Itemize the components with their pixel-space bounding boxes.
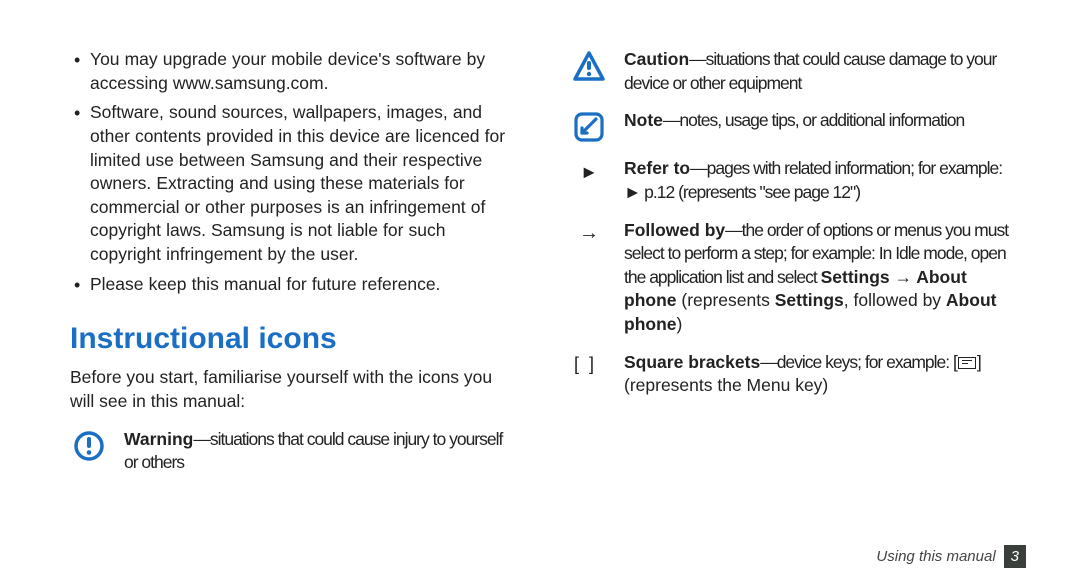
section-intro: Before you start, familiarise yourself w… <box>70 366 510 413</box>
followed-by-icon: → <box>570 219 608 243</box>
legend-note-text: Note—notes, usage tips, or additional in… <box>624 109 1010 133</box>
left-column: You may upgrade your mobile device's sof… <box>54 48 540 562</box>
legend-followed-by: → Followed by—the order of options or me… <box>570 219 1010 337</box>
legend-refer-to: ► Refer to—pages with related informatio… <box>570 157 1010 204</box>
list-item: Please keep this manual for future refer… <box>70 273 510 297</box>
notices-list: You may upgrade your mobile device's sof… <box>70 48 510 296</box>
legend-caution-text: Caution—situations that could cause dama… <box>624 48 1010 95</box>
square-brackets-icon: [] <box>570 351 608 373</box>
list-item: You may upgrade your mobile device's sof… <box>70 48 510 95</box>
legend-square-brackets: [] Square brackets—device keys; for exam… <box>570 351 1010 398</box>
legend-right: Caution—situations that could cause dama… <box>570 48 1010 398</box>
legend-left: Warning—situations that could cause inju… <box>70 428 510 475</box>
footer-section-label: Using this manual <box>876 548 995 565</box>
legend-square-brackets-text: Square brackets—device keys; for example… <box>624 351 1010 398</box>
legend-warning: Warning—situations that could cause inju… <box>70 428 510 475</box>
note-icon <box>570 109 608 143</box>
footer-page-number: 3 <box>1004 545 1026 568</box>
legend-note: Note—notes, usage tips, or additional in… <box>570 109 1010 143</box>
refer-to-icon: ► <box>570 157 608 181</box>
page-footer: Using this manual 3 <box>876 545 1026 568</box>
legend-followed-by-text: Followed by—the order of options or menu… <box>624 219 1010 337</box>
list-item: Software, sound sources, wallpapers, ima… <box>70 101 510 266</box>
caution-icon <box>570 48 608 84</box>
right-column: Caution—situations that could cause dama… <box>540 48 1026 562</box>
legend-warning-text: Warning—situations that could cause inju… <box>124 428 510 475</box>
legend-refer-to-text: Refer to—pages with related information;… <box>624 157 1010 204</box>
menu-key-icon <box>958 357 976 369</box>
section-heading-instructional-icons: Instructional icons <box>70 322 510 356</box>
legend-caution: Caution—situations that could cause dama… <box>570 48 1010 95</box>
warning-icon <box>70 428 108 462</box>
